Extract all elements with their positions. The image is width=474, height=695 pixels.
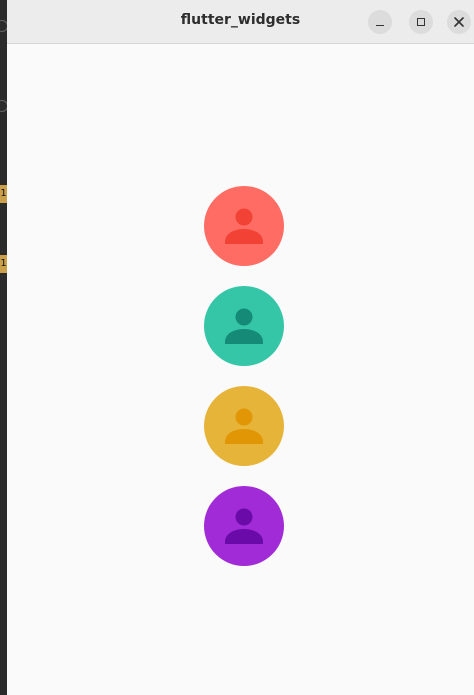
- person-icon: [204, 186, 284, 266]
- maximize-icon: [417, 18, 425, 26]
- close-icon: [454, 17, 464, 27]
- background-app-edge: 1 1: [0, 0, 8, 695]
- avatar[interactable]: [204, 286, 284, 366]
- minimize-icon: [376, 25, 384, 26]
- avatar[interactable]: [204, 486, 284, 566]
- screen: 1 1 flutter_widgets: [0, 0, 474, 695]
- window-title: flutter_widgets: [180, 12, 301, 28]
- close-button[interactable]: [447, 10, 471, 34]
- app-window: flutter_widgets: [7, 0, 474, 695]
- background-badge: 1: [0, 255, 7, 273]
- avatar[interactable]: [204, 186, 284, 266]
- person-icon: [204, 286, 284, 366]
- person-icon: [204, 486, 284, 566]
- person-icon: [204, 386, 284, 466]
- background-badge: 1: [0, 185, 7, 203]
- maximize-button[interactable]: [409, 10, 433, 34]
- minimize-button[interactable]: [368, 10, 392, 34]
- window-titlebar[interactable]: flutter_widgets: [7, 0, 474, 44]
- content-area: [7, 44, 474, 695]
- avatar[interactable]: [204, 386, 284, 466]
